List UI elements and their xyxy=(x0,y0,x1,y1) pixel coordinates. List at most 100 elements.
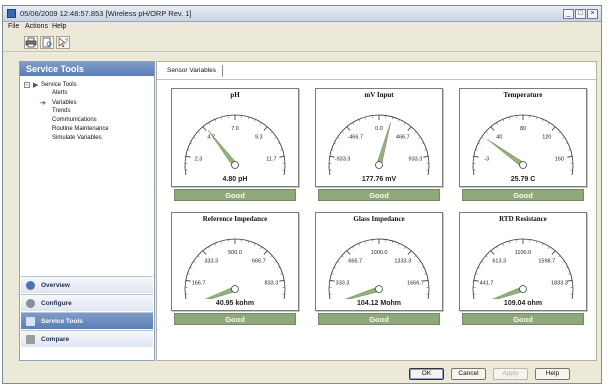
gauge-tick-label: 333.3 xyxy=(336,281,350,287)
gauge-tick xyxy=(341,255,344,258)
gauge-tick xyxy=(407,250,412,255)
gauge-tick xyxy=(341,131,344,134)
gauge-tick xyxy=(418,136,421,139)
gauge-tick xyxy=(567,155,573,158)
gauge-tick xyxy=(551,250,556,255)
gauge-tick xyxy=(477,266,481,269)
gauge-tick xyxy=(502,243,504,246)
menu-file[interactable]: File xyxy=(8,23,19,30)
gauge-tick xyxy=(365,116,367,120)
gauge-ph: pH0.02.34.77.09.311.714.04.80 pHGood xyxy=(171,88,299,216)
nav-overview[interactable]: Overview xyxy=(21,276,153,293)
apply-button[interactable]: Apply xyxy=(493,368,528,380)
gauge-tick-label: -933.3 xyxy=(335,157,351,163)
gauge-tick xyxy=(509,116,511,120)
gauge-tick xyxy=(263,250,268,255)
gauge-tick xyxy=(270,131,273,134)
tree-item-label: Variables xyxy=(52,100,77,106)
gauge-tick xyxy=(221,240,223,244)
gauge-frame: mV Input1400.0-933.3-466.70.0466.7933.31… xyxy=(315,88,443,187)
gauge-tick xyxy=(337,260,340,263)
tree-collapse-toggle[interactable]: − xyxy=(24,82,30,88)
gauge-tick xyxy=(221,116,223,120)
gauge-tick xyxy=(542,243,544,246)
gauge-tick xyxy=(274,136,277,139)
tree-item-communications[interactable]: Communications xyxy=(52,117,97,126)
gauge-tick xyxy=(481,136,484,139)
print-preview-button[interactable] xyxy=(40,36,54,49)
service-tools-icon: ▶ xyxy=(33,82,39,89)
gauge-tick xyxy=(548,122,550,125)
gauge-tick xyxy=(535,116,537,120)
gauge-tick-label: 0.0 xyxy=(375,126,383,132)
close-button[interactable]: × xyxy=(587,9,598,19)
context-help-button[interactable]: ? xyxy=(56,36,70,49)
gauge-tick-label: 333.3 xyxy=(204,259,218,265)
gauge-tick xyxy=(542,119,544,122)
title-bar[interactable]: 05/06/2009 12:48:57.853 [Wireless pH/ORP… xyxy=(3,6,601,22)
gauge-tick xyxy=(473,155,479,158)
gauge-tick xyxy=(346,250,351,255)
gauge-hub xyxy=(231,285,239,293)
gauge-temperature: Temperature-40-3408012016020025.79 CGood xyxy=(459,88,587,216)
help-button[interactable]: Help xyxy=(535,368,570,380)
gauge-tick xyxy=(421,266,425,269)
gauge-tick xyxy=(414,131,417,134)
tree-item-trends[interactable]: Trends xyxy=(52,108,70,117)
gauge-tick xyxy=(187,273,190,275)
gauge-glass-impedance: Glass Impedance0.0333.3666.71000.01333.3… xyxy=(315,212,443,340)
gauge-tick-label: 80 xyxy=(520,126,526,132)
gauge-value: 4.80 pH xyxy=(222,176,248,183)
gauge-tick xyxy=(254,119,256,122)
gauge-tick-label: 1000.0 xyxy=(371,250,388,256)
gauge-tick xyxy=(424,273,427,275)
gauge-tick xyxy=(473,279,479,282)
gauge-tick xyxy=(398,243,400,246)
gauge-tick-label: -466.7 xyxy=(347,135,363,141)
gauge-tick xyxy=(485,131,488,134)
tab-divider xyxy=(157,79,596,80)
gauge-tick xyxy=(214,243,216,246)
minimize-button[interactable]: _ xyxy=(563,9,574,19)
gauge-value: 109.04 ohm xyxy=(503,300,543,307)
menu-help[interactable]: Help xyxy=(52,23,66,30)
cancel-button[interactable]: Cancel xyxy=(451,368,486,380)
gauge-tick xyxy=(202,250,207,255)
gauge-tick-label: -3 xyxy=(484,157,489,163)
tree-item-alerts[interactable]: Alerts xyxy=(52,90,67,99)
gauge-tick xyxy=(254,243,256,246)
gauge-tick-label: 1666.7 xyxy=(407,281,424,287)
nav-configure[interactable]: Configure xyxy=(21,294,153,311)
tree-item-routine-maintenance[interactable]: Routine Maintenance xyxy=(52,126,109,135)
gauge-tick-label: 666.7 xyxy=(348,259,362,265)
gauge-tick xyxy=(548,246,550,249)
gauge-frame: Reference Impedance0.0166.7333.3500.0666… xyxy=(171,212,299,311)
nav-label: Compare xyxy=(41,336,70,343)
gauge-tick xyxy=(247,116,249,120)
gauge-tick xyxy=(418,260,421,263)
ok-button[interactable]: OK xyxy=(409,368,444,380)
menu-actions[interactable]: Actions xyxy=(25,23,48,30)
gauge-tick xyxy=(424,149,427,151)
gauge-tick xyxy=(352,246,354,249)
gauge-tick-label: 441.7 xyxy=(480,281,494,287)
content-panel: Sensor Variables pH0.02.34.77.09.311.714… xyxy=(156,61,597,361)
nav-service-tools[interactable]: Service Tools xyxy=(21,312,153,329)
gauge-tick xyxy=(193,136,196,139)
tree-item-simulate-variables[interactable]: Simulate Variables xyxy=(52,135,102,144)
gauge-tick xyxy=(502,119,504,122)
gauge-status-badge: Good xyxy=(318,189,440,201)
gauge-tick xyxy=(407,126,412,131)
nav-compare[interactable]: Compare xyxy=(21,330,153,347)
sidebar-header: Service Tools xyxy=(20,62,154,76)
gauge-tick xyxy=(404,246,406,249)
gauge-tick xyxy=(551,126,556,131)
gauge-value: 177.76 mV xyxy=(361,176,397,183)
tab-sensor-variables[interactable]: Sensor Variables xyxy=(161,65,224,77)
gauge-tick xyxy=(421,142,425,145)
maximize-button[interactable]: □ xyxy=(575,9,586,19)
gauge-tick xyxy=(270,255,273,258)
print-button[interactable] xyxy=(24,36,38,49)
gauge-frame: Glass Impedance0.0333.3666.71000.01333.3… xyxy=(315,212,443,311)
app-icon xyxy=(7,9,16,18)
